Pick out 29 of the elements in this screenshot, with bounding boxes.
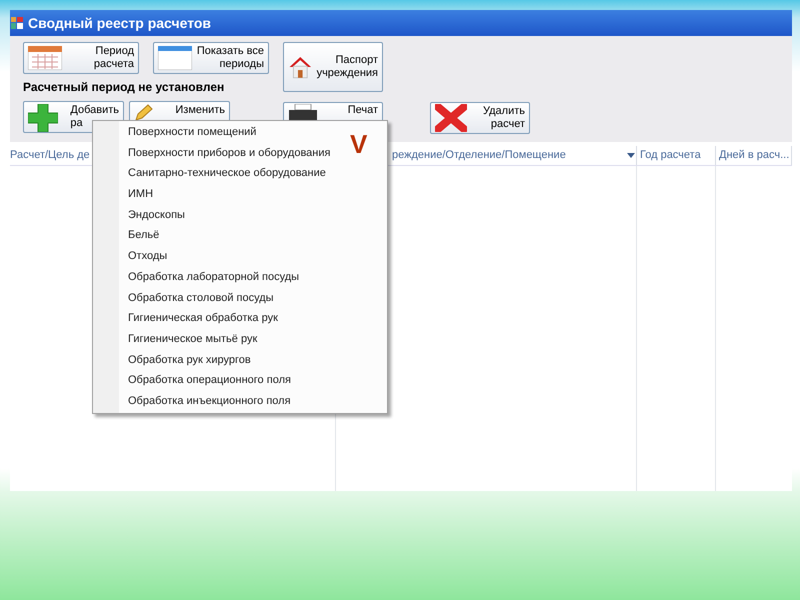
period-button[interactable]: Период расчета	[23, 42, 139, 74]
menu-item[interactable]: ИМН	[128, 184, 154, 205]
column-header[interactable]: Расчет/Цель де	[10, 147, 90, 164]
menu-item[interactable]: Отходы	[128, 246, 168, 267]
menu-item[interactable]: Поверхности приборов и оборудования	[128, 142, 330, 164]
window-title: Сводный реестр расчетов	[28, 14, 212, 33]
menu-item[interactable]: Обработка лабораторной посуды	[128, 266, 300, 288]
window-icon	[11, 17, 23, 29]
menu-item[interactable]: Обработка столовой посуды	[128, 288, 274, 308]
menu-item[interactable]: Бельё	[128, 225, 160, 246]
show-all-periods-button[interactable]: Показать все периоды	[153, 42, 269, 74]
period-status: Расчетный период не установлен	[23, 80, 226, 95]
passport-button[interactable]: Паспорт учреждения	[283, 42, 383, 92]
pencil-icon	[134, 104, 154, 122]
menu-item[interactable]: Обработка операционного поля	[128, 370, 291, 391]
menu-item[interactable]: Гигиеническая обработка рук	[128, 308, 278, 329]
dropdown-arrow-icon[interactable]	[627, 153, 635, 158]
calendar-icon	[28, 46, 62, 70]
delete-button[interactable]: Удалить расчет	[430, 102, 530, 134]
menu-item[interactable]: Санитарно-техническое оборудование	[128, 163, 326, 184]
menu-item[interactable]: Эндоскопы	[128, 204, 185, 226]
menu-item[interactable]: Обработка инъекционного поля	[128, 390, 291, 412]
delete-cross-icon	[435, 104, 467, 132]
plus-icon	[28, 104, 58, 132]
menu-item[interactable]: Гигиеническое мытьё рук	[128, 328, 258, 350]
window-blank-icon	[158, 46, 192, 70]
column-header[interactable]: Год расчета	[637, 147, 701, 164]
menu-item[interactable]: Обработка рук хирургов	[128, 350, 251, 370]
column-header[interactable]: Дней в расч...	[716, 147, 790, 164]
